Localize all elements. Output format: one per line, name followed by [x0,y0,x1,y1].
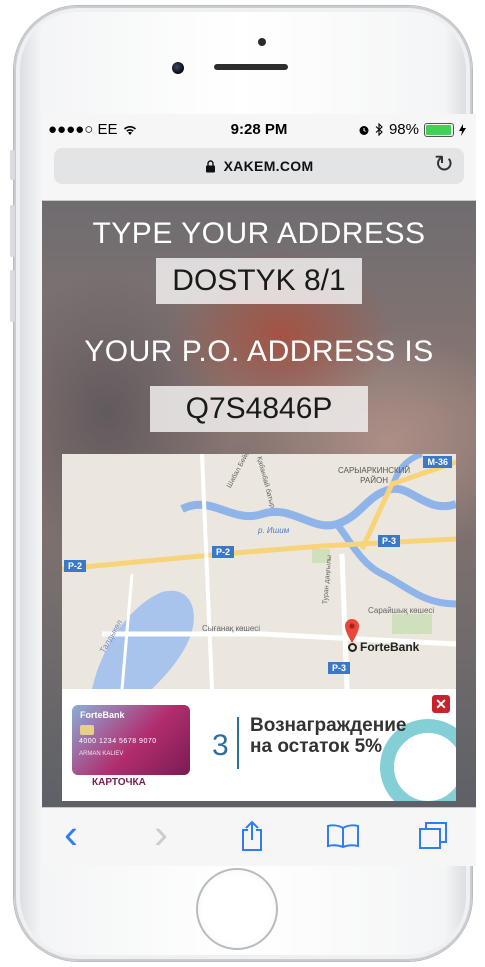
home-button[interactable] [196,868,278,950]
bank-card-image: ForteBank 4000 1234 5678 9070 ARMAN KALI… [72,705,190,775]
ad-digit: 3 [212,729,229,762]
earpiece-speaker [214,64,288,70]
share-icon[interactable] [240,820,264,852]
url-domain: XAKEM.COM [223,158,314,174]
status-bar: ●●●●○ EE 9:28 PM 98% [42,114,476,144]
ad-divider [237,717,239,769]
bank-advertisement[interactable]: ForteBank 4000 1234 5678 9070 ARMAN KALI… [62,689,456,801]
po-code-display: Q7S4846P [150,386,368,432]
lock-icon [205,159,215,172]
charging-icon [459,123,466,136]
map-marker-text: ForteBank [360,640,420,654]
ad-close-icon[interactable]: ✕ [432,695,450,713]
proximity-sensor [258,38,266,46]
card-brand: ForteBank [80,710,125,720]
district-label-line2: РАЙОН [360,476,389,485]
volume-up-button [10,205,15,257]
web-content: TYPE YOUR ADDRESS DOSTYK 8/1 YOUR P.O. A… [42,201,476,807]
address-prompt: TYPE YOUR ADDRESS [92,217,426,250]
safari-address-area: XAKEM.COM ↻ [42,144,476,201]
tabs-icon[interactable] [418,820,450,850]
volume-down-button [10,270,15,322]
address-input[interactable]: DOSTYK 8/1 [156,258,362,304]
front-camera [172,62,184,74]
battery-percent: 98% [388,121,419,138]
card-caption: КАРТОЧКА [92,777,146,788]
url-bar[interactable]: XAKEM.COM [54,148,464,184]
road-sign-m36: M-36 [423,456,452,468]
road-sign-p3-north: P-3 [378,535,401,547]
card-number: 4000 1234 5678 9070 [79,738,157,745]
ad-headline-line2: на остаток 5% [250,736,383,757]
card-chip-icon [80,725,94,735]
phone-screen: ●●●●○ EE 9:28 PM 98% XAKEM.COM ↻ TYPE YO… [42,114,476,866]
bank-marker-icon [348,642,357,652]
mute-switch [10,150,15,180]
reload-icon[interactable]: ↻ [434,150,454,179]
forward-button[interactable]: › [154,810,168,858]
road-sign-p2-west: P-2 [64,560,87,572]
result-label: YOUR P.O. ADDRESS IS [84,335,434,368]
map-marker-label[interactable]: ForteBank [348,640,419,654]
status-right-group: 98% [358,121,466,138]
alarm-icon [359,125,369,135]
battery-icon [424,122,454,137]
back-button[interactable]: ‹ [64,810,78,858]
ad-headline-line1: Вознаграждение [250,715,407,736]
battery-level [426,124,452,135]
district-label: САРЫАРКИНСКИЙ РАЙОН [338,466,410,486]
card-holder: ARMAN KALIEV [79,751,124,757]
bookmarks-icon[interactable] [326,824,360,848]
district-label-line1: САРЫАРКИНСКИЙ [338,466,411,475]
safari-toolbar: ‹ › [42,807,476,866]
street-label-saraishyk: Сарайшық көшесі [368,606,435,615]
bluetooth-icon [375,123,383,136]
map-view[interactable]: M-36 P-2 P-2 P-3 P-3 САРЫАРКИНСКИЙ РАЙОН… [62,454,456,689]
street-label-syganak: Сығанақ көшесі [202,624,261,633]
river-label: р. Ишим [258,526,290,535]
road-sign-p3-south: P-3 [328,662,351,674]
ad-headline: Вознаграждение на остаток 5% [250,715,420,757]
road-sign-p2-center: P-2 [212,546,235,558]
